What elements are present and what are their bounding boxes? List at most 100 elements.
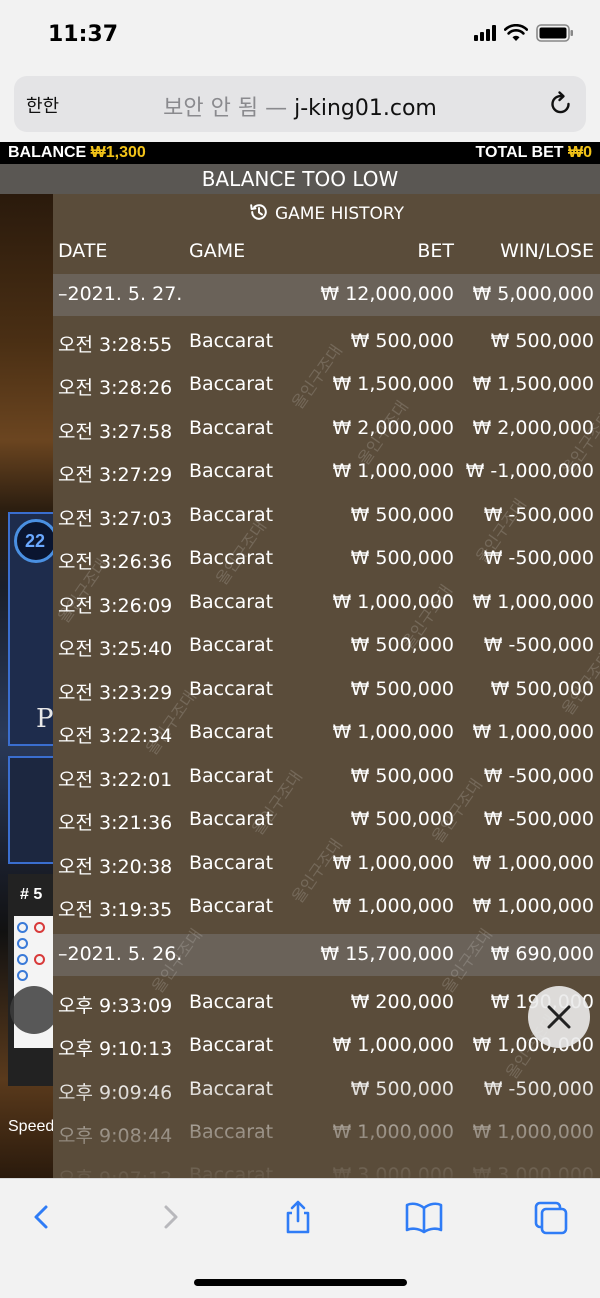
cell-win-lose: ₩ 1,000,000 xyxy=(472,591,594,613)
road-dot xyxy=(17,954,28,965)
history-entry-row[interactable]: 오전 3:22:34 Baccarat ₩ 1,000,000 ₩ 1,000,000 xyxy=(53,711,600,754)
history-entry-row[interactable]: 오전 3:27:58 Baccarat ₩ 2,000,000 ₩ 2,000,000 xyxy=(53,407,600,450)
cell-bet: ₩ 500,000 xyxy=(350,504,454,526)
url-domain: j-king01.com xyxy=(294,96,437,121)
cell-game: Baccarat xyxy=(189,721,274,743)
history-icon xyxy=(250,204,267,220)
cell-game: Baccarat xyxy=(189,460,274,482)
cell-game: Baccarat xyxy=(189,591,274,613)
balance-label: BALANCE xyxy=(8,144,87,161)
wifi-icon xyxy=(504,24,528,41)
column-header-win-lose: WIN/LOSE xyxy=(500,240,594,262)
home-indicator xyxy=(194,1279,407,1286)
cell-win-lose: ₩ 690,000 xyxy=(490,943,594,965)
history-entry-row[interactable]: 오전 3:19:35 Baccarat ₩ 1,000,000 ₩ 1,000,000 xyxy=(53,885,600,928)
cell-date: 오전 3:23:29 xyxy=(58,682,173,704)
road-dot xyxy=(17,922,28,933)
chat-bubble-button[interactable] xyxy=(10,986,58,1034)
chevron-left-icon[interactable] xyxy=(28,1199,56,1235)
reload-icon[interactable] xyxy=(548,90,574,118)
not-secure-label: 보안 안 됨 — xyxy=(163,96,288,121)
road-dot xyxy=(34,954,45,965)
status-bar: 11:37 xyxy=(0,0,600,72)
cell-game: Baccarat xyxy=(189,852,274,874)
cellular-signal-icon xyxy=(474,25,496,41)
road-dot xyxy=(17,970,28,981)
column-header-bet: BET xyxy=(417,240,454,262)
balance-bar: BALANCE ₩1,300 TOTAL BET ₩0 xyxy=(0,142,600,164)
cell-date: 오전 3:27:29 xyxy=(58,464,173,486)
cell-win-lose: ₩ -500,000 xyxy=(483,547,594,569)
column-header-game: GAME xyxy=(189,240,246,262)
cell-date: 오후 9:33:09 xyxy=(58,995,173,1017)
cell-bet: ₩ 1,000,000 xyxy=(332,721,454,743)
url-display[interactable]: 보안 안 됨 — j-king01.com xyxy=(14,90,586,122)
history-table-header: DATE GAME BET WIN/LOSE xyxy=(53,240,600,270)
table-name-label: Speed xyxy=(8,1118,55,1135)
cell-date: 오전 3:27:03 xyxy=(58,508,173,530)
cell-game: Baccarat xyxy=(189,991,274,1013)
cell-game: Baccarat xyxy=(189,634,274,656)
total-bet-value: ₩0 xyxy=(568,144,592,161)
cell-date: 오전 3:20:38 xyxy=(58,856,173,878)
share-icon[interactable] xyxy=(280,1199,316,1235)
history-date-row[interactable]: –2021. 5. 27. ₩ 12,000,000 ₩ 5,000,000 xyxy=(53,274,600,316)
tabs-icon[interactable] xyxy=(532,1199,572,1235)
cell-bet: ₩ 1,000,000 xyxy=(332,895,454,917)
balance-display: BALANCE ₩1,300 xyxy=(8,144,146,162)
cell-bet: ₩ 1,000,000 xyxy=(332,852,454,874)
total-bet-label: TOTAL BET xyxy=(475,144,564,161)
address-bar[interactable]: 한한 보안 안 됨 — j-king01.com xyxy=(14,76,586,132)
cell-bet: ₩ 500,000 xyxy=(350,330,454,352)
close-icon xyxy=(547,1005,571,1029)
cell-game: Baccarat xyxy=(189,678,274,700)
cell-game: Baccarat xyxy=(189,765,274,787)
history-entry-row[interactable]: 오후 9:33:09Baccarat₩ 200,000₩ 190,000 xyxy=(53,981,600,1024)
cell-bet: ₩ 1,000,000 xyxy=(332,460,454,482)
cell-win-lose: ₩ 1,500,000 xyxy=(472,373,594,395)
cell-win-lose: ₩ 500,000 xyxy=(490,330,594,352)
balance-too-low-banner: BALANCE TOO LOW xyxy=(0,164,600,194)
battery-icon xyxy=(536,24,573,42)
cell-win-lose: ₩ 1,000,000 xyxy=(472,852,594,874)
history-entry-row[interactable]: 오전 3:22:01 Baccarat ₩ 500,000 ₩ -500,000 xyxy=(53,755,600,798)
cell-bet: ₩ 15,700,000 xyxy=(320,943,454,965)
column-header-date: DATE xyxy=(58,240,108,262)
cell-win-lose: ₩ 1,000,000 xyxy=(472,895,594,917)
cell-win-lose: ₩ -500,000 xyxy=(483,808,594,830)
cell-bet: ₩ 500,000 xyxy=(350,547,454,569)
game-history-title-text: GAME HISTORY xyxy=(274,204,405,224)
cell-win-lose: ₩ 1,000,000 xyxy=(472,721,594,743)
history-entry-row[interactable]: 오전 3:27:29 Baccarat ₩ 1,000,000 ₩ -1,000,00… xyxy=(53,450,600,493)
cell-game: Baccarat xyxy=(189,330,274,352)
cell-win-lose: ₩ -500,000 xyxy=(483,765,594,787)
chevron-right-icon[interactable] xyxy=(156,1199,184,1235)
player-label: P xyxy=(36,704,54,734)
history-entry-row[interactable]: 오전 3:26:09 Baccarat ₩ 1,000,000 ₩ 1,000,000 xyxy=(53,581,600,624)
cell-date: 오후 9:10:13 xyxy=(58,1038,173,1060)
scroll-fade xyxy=(53,1074,600,1178)
game-history-title: GAME HISTORY xyxy=(53,202,600,224)
road-dot xyxy=(34,922,45,933)
total-bet-display: TOTAL BET ₩0 xyxy=(476,144,592,162)
cell-win-lose: ₩ -500,000 xyxy=(483,634,594,656)
board-round-label: # 5 xyxy=(20,886,43,903)
cell-bet: ₩ 500,000 xyxy=(350,765,454,787)
cell-date: 오전 3:25:40 xyxy=(58,638,173,660)
book-icon[interactable] xyxy=(404,1199,444,1235)
status-icons xyxy=(474,24,574,42)
history-date-row[interactable]: –2021. 5. 26. ₩ 15,700,000 ₩ 690,000 xyxy=(53,934,600,976)
balance-value: ₩1,300 xyxy=(90,144,146,161)
cell-date: 오전 3:28:26 xyxy=(58,377,173,399)
cell-game: Baccarat xyxy=(189,373,274,395)
history-entry-row[interactable]: 오전 3:23:29 Baccarat ₩ 500,000 ₩ 500,000 xyxy=(53,668,600,711)
cell-date: 오전 3:21:36 xyxy=(58,812,173,834)
history-entry-row[interactable]: 오전 3:26:36 Baccarat ₩ 500,000 ₩ -500,000 xyxy=(53,537,600,580)
cell-date: 오전 3:28:55 xyxy=(58,334,173,356)
history-entry-row[interactable]: 오전 3:25:40 Baccarat ₩ 500,000 ₩ -500,000 xyxy=(53,624,600,667)
close-history-button[interactable] xyxy=(528,986,590,1048)
browser-address-area: 한한 보안 안 됨 — j-king01.com xyxy=(0,72,600,142)
cell-win-lose: ₩ 5,000,000 xyxy=(472,283,594,305)
side-bet-area[interactable] xyxy=(8,756,55,864)
cell-bet: ₩ 1,000,000 xyxy=(332,1034,454,1056)
